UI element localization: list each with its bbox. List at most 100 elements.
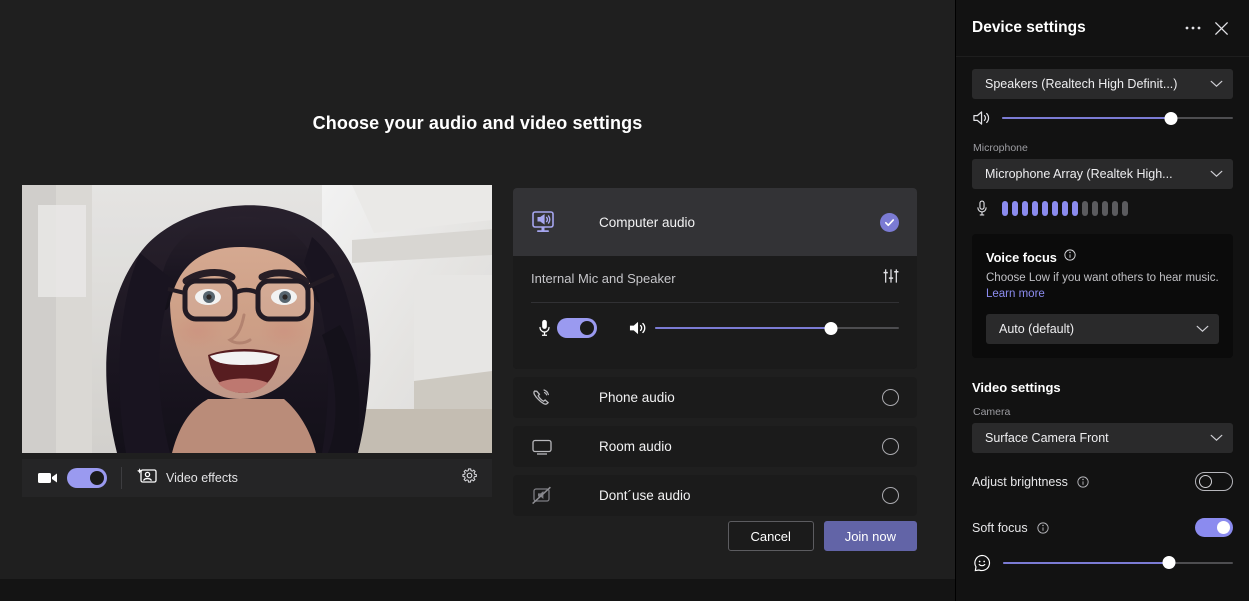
audio-option-label: Phone audio (599, 390, 675, 405)
panel-body: Speakers (Realtech High Definit...) Micr… (956, 57, 1249, 575)
soft-focus-slider[interactable] (1003, 555, 1233, 571)
video-settings-title: Video settings (972, 379, 1061, 395)
soft-focus-icon (972, 554, 992, 572)
prejoin-stage: Choose your audio and video settings Vid… (0, 0, 955, 601)
speaker-volume-slider[interactable] (1002, 110, 1233, 126)
close-icon[interactable] (1207, 14, 1235, 42)
soft-focus-row: Soft focus (972, 511, 1233, 545)
audio-option-room-audio[interactable]: Room audio (513, 426, 917, 467)
chevron-down-icon (1210, 165, 1223, 183)
no-audio-icon (531, 486, 561, 506)
speaker-select-value: Speakers (Realtech High Definit...) (985, 77, 1178, 91)
action-buttons: Cancel Join now (513, 521, 917, 551)
chevron-down-icon (1210, 75, 1223, 93)
toggle-knob (1199, 475, 1212, 489)
voice-focus-description: Choose Low if you want others to hear mu… (986, 270, 1219, 303)
slider-thumb[interactable] (1162, 556, 1176, 570)
computer-audio-card: Computer audio Internal Mic and Speaker (513, 188, 917, 369)
device-volume-slider[interactable] (655, 320, 899, 336)
slider-thumb[interactable] (1164, 111, 1178, 125)
microphone-toggle[interactable] (557, 318, 597, 338)
audio-option-label: Dont´use audio (599, 488, 691, 503)
speaker-select[interactable]: Speakers (Realtech High Definit...) (972, 69, 1233, 99)
meter-bar (1122, 200, 1128, 216)
meter-bar (1082, 200, 1088, 216)
selected-check-icon[interactable] (880, 212, 899, 232)
info-icon[interactable] (1036, 522, 1049, 534)
cancel-button[interactable]: Cancel (727, 521, 814, 551)
divider (121, 467, 122, 489)
more-options-icon[interactable] (1179, 14, 1207, 42)
video-effects-button[interactable]: Video effects (137, 467, 238, 489)
voice-focus-card: Voice focus Choose Low if you want other… (972, 234, 1233, 358)
radio-button[interactable] (882, 487, 899, 504)
video-effects-label: Video effects (166, 471, 238, 485)
soft-focus-toggle[interactable] (1195, 518, 1233, 538)
microphone-label: Microphone (973, 142, 1028, 154)
audio-option-phone-audio[interactable]: Phone audio (513, 377, 917, 418)
computer-speaker-icon (531, 210, 561, 234)
microphone-level-meter (972, 195, 1233, 221)
camera-label: Camera (973, 405, 1011, 418)
microphone-toggle-knob (580, 321, 594, 335)
stage-bottom-strip (0, 579, 955, 601)
radio-button[interactable] (882, 389, 899, 406)
adjust-brightness-row: Adjust brightness (972, 465, 1233, 499)
meter-bar (1052, 200, 1058, 216)
device-name-row: Internal Mic and Speaker (531, 256, 899, 300)
chevron-down-icon (1196, 320, 1209, 338)
voice-focus-title: Voice focus (986, 249, 1057, 265)
meter-bar (1112, 200, 1118, 216)
camera-toggle-knob (90, 471, 104, 485)
panel-title: Device settings (972, 19, 1086, 36)
voice-focus-select-value: Auto (default) (999, 321, 1075, 336)
slider-thumb[interactable] (824, 321, 838, 335)
chevron-down-icon (1210, 429, 1223, 447)
room-display-icon (531, 438, 561, 456)
speaker-volume-row (972, 105, 1233, 131)
adjust-brightness-toggle[interactable] (1195, 472, 1233, 492)
speaker-volume-icon (621, 320, 655, 336)
audio-option-dont-use-audio[interactable]: Dont´use audio (513, 475, 917, 516)
audio-options-list: Computer audio Internal Mic and Speaker (513, 188, 917, 516)
camera-icon (38, 471, 58, 485)
meeting-prejoin-screen: Choose your audio and video settings Vid… (0, 0, 1249, 601)
soft-focus-level-row (972, 551, 1233, 575)
phone-audio-icon (531, 388, 561, 408)
info-icon[interactable] (1077, 476, 1089, 488)
audio-settings-icon[interactable] (883, 268, 899, 289)
computer-audio-device-controls: Internal Mic and Speaker (513, 256, 917, 369)
video-preview-image (22, 185, 492, 453)
radio-button[interactable] (882, 438, 899, 455)
join-now-button[interactable]: Join now (823, 521, 917, 551)
camera-toggle[interactable] (67, 468, 107, 488)
slider-fill (1002, 117, 1171, 119)
audio-option-computer-audio[interactable]: Computer audio (513, 188, 917, 256)
microphone-select-value: Microphone Array (Realtek High... (985, 167, 1173, 181)
device-control-row (531, 303, 899, 353)
audio-option-label: Computer audio (599, 214, 696, 230)
voice-focus-select[interactable]: Auto (default) (986, 313, 1219, 344)
speaker-volume-icon (972, 110, 992, 126)
meter-bar (1072, 200, 1078, 216)
microphone-select[interactable]: Microphone Array (Realtek High... (972, 159, 1233, 189)
meter-bar (1032, 200, 1038, 216)
soft-focus-label: Soft focus (972, 520, 1028, 535)
device-name: Internal Mic and Speaker (531, 270, 676, 286)
learn-more-link[interactable]: Learn more (986, 288, 1045, 300)
meter-bar (1092, 200, 1098, 216)
camera-toggle-switch[interactable] (67, 468, 107, 488)
panel-header: Device settings (956, 0, 1249, 57)
info-icon[interactable] (1064, 248, 1076, 266)
video-effects-icon (137, 467, 157, 489)
slider-fill (655, 327, 831, 329)
meter-bar (1002, 200, 1008, 216)
adjust-brightness-label: Adjust brightness (972, 474, 1068, 489)
preview-control-bar: Video effects (22, 459, 492, 497)
camera-select[interactable]: Surface Camera Front (972, 422, 1233, 453)
meter-bar (1062, 200, 1068, 216)
page-title: Choose your audio and video settings (312, 113, 643, 133)
video-preview[interactable] (22, 185, 492, 453)
gear-icon[interactable] (461, 467, 478, 489)
microphone-icon (531, 319, 557, 337)
